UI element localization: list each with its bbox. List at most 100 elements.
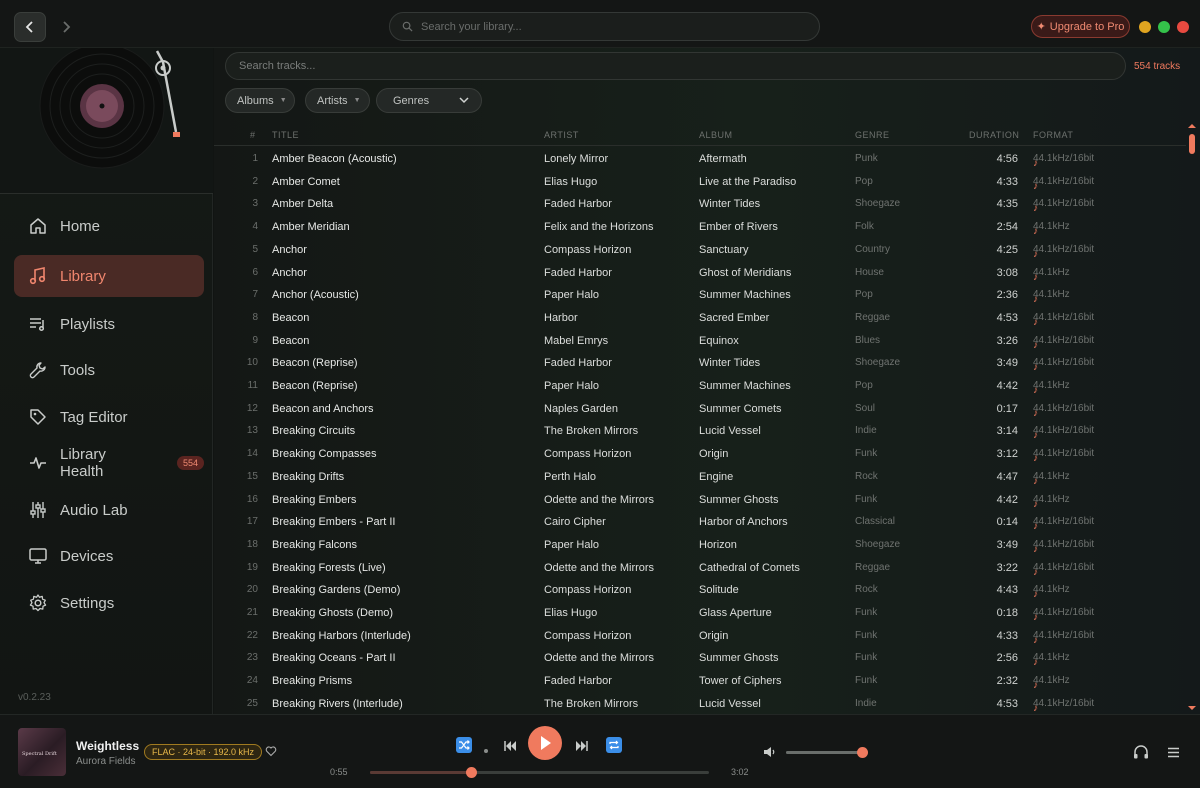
heart-icon[interactable] bbox=[265, 745, 277, 757]
table-row[interactable]: 21 Breaking Ghosts (Demo) Elias Hugo Glass … bbox=[214, 602, 1186, 625]
track-title: Beacon (Reprise) bbox=[272, 357, 358, 370]
scroll-down-icon[interactable] bbox=[1186, 704, 1198, 712]
now-playing-artist[interactable]: Aurora Fields bbox=[76, 756, 135, 767]
scroll-thumb[interactable] bbox=[1189, 134, 1195, 154]
music-note-icon: ♪ bbox=[1033, 203, 1038, 215]
volume-handle[interactable] bbox=[857, 747, 869, 758]
music-note-icon: ♪ bbox=[1033, 430, 1038, 442]
track-format-label: 44.1kHz/16bit bbox=[1033, 538, 1095, 550]
seek-handle[interactable] bbox=[466, 767, 478, 778]
album-cover[interactable]: Spectral Drift bbox=[18, 728, 66, 776]
table-row[interactable]: 7 Anchor (Acoustic) Paper Halo Summer Machi… bbox=[214, 284, 1186, 307]
volume-slider[interactable] bbox=[786, 751, 866, 754]
track-format: ♪ 44.1kHz/16bit bbox=[1033, 312, 1094, 328]
table-row[interactable]: 11 Beacon (Reprise) Paper Halo Summer Machi… bbox=[214, 375, 1186, 398]
table-row[interactable]: 2 Amber Comet Elias Hugo Live at the Paradi… bbox=[214, 171, 1186, 194]
table-row[interactable]: 22 Breaking Harbors (Interlude) Compass Ho… bbox=[214, 625, 1186, 648]
track-search-input[interactable] bbox=[239, 60, 1099, 72]
player-bar: Spectral Drift Weightless Aurora Fields … bbox=[0, 714, 1200, 788]
sidebar-item-library-health[interactable]: Library Health 554 bbox=[14, 442, 204, 484]
sidebar-item-audio-lab[interactable]: Audio Lab bbox=[14, 489, 204, 531]
music-note-icon: ♪ bbox=[1033, 271, 1038, 283]
track-duration: 4:43 bbox=[996, 584, 1018, 597]
table-row[interactable]: 23 Breaking Oceans - Part II Odette and th… bbox=[214, 647, 1186, 670]
track-genre: Reggae bbox=[855, 311, 891, 323]
playlist-icon bbox=[30, 318, 45, 332]
track-format: ♪ 44.1kHz bbox=[1033, 675, 1070, 691]
global-search-input[interactable] bbox=[421, 20, 801, 33]
sidebar-item-library[interactable]: Library bbox=[14, 255, 204, 297]
table-row[interactable]: 1 Amber Beacon (Acoustic) Lonely Mirror Aft… bbox=[214, 148, 1186, 171]
track-genre: Pop bbox=[855, 380, 873, 391]
minimize-window-button[interactable] bbox=[1139, 21, 1151, 33]
forward-button[interactable] bbox=[50, 12, 82, 42]
column-header-genre[interactable]: GENRE bbox=[855, 130, 890, 140]
track-album: Origin bbox=[699, 448, 729, 461]
track-duration: 3:49 bbox=[996, 357, 1018, 370]
genres-select[interactable]: Genres bbox=[376, 88, 482, 113]
maximize-window-button[interactable] bbox=[1158, 21, 1170, 33]
sidebar-item-devices[interactable]: Devices bbox=[14, 535, 204, 577]
table-row[interactable]: 3 Amber Delta Faded Harbor Winter Tides Shoe… bbox=[214, 193, 1186, 216]
next-button[interactable] bbox=[574, 739, 590, 753]
sidebar-item-label: Settings bbox=[60, 594, 115, 612]
table-row[interactable]: 9 Beacon Mabel Emrys Equinox Blues 3:26 ♪ 44.1k… bbox=[214, 330, 1186, 353]
sidebar-item-settings[interactable]: Settings bbox=[14, 582, 204, 624]
sidebar-item-tag-editor[interactable]: Tag Editor bbox=[14, 396, 204, 438]
column-header-number[interactable]: # bbox=[250, 130, 256, 140]
table-row[interactable]: 8 Beacon Harbor Sacred Ember Reggae 4:53 ♪ 44.1… bbox=[214, 307, 1186, 330]
repeat-button[interactable] bbox=[606, 737, 622, 753]
table-row[interactable]: 15 Breaking Drifts Perth Halo Engine Rock 4:4… bbox=[214, 466, 1186, 489]
column-header-duration[interactable]: DURATION bbox=[969, 130, 1019, 140]
table-row[interactable]: 20 Breaking Gardens (Demo) Compass Horizon… bbox=[214, 579, 1186, 602]
column-header-artist[interactable]: ARTIST bbox=[544, 130, 579, 140]
volume-icon[interactable] bbox=[763, 746, 776, 758]
table-row[interactable]: 24 Breaking Prisms Faded Harbor Tower of Ci… bbox=[214, 670, 1186, 693]
genres-select-label: Genres bbox=[393, 94, 430, 107]
sidebar-item-home[interactable]: Home bbox=[14, 205, 204, 247]
back-button[interactable] bbox=[14, 12, 46, 42]
table-row[interactable]: 6 Anchor Faded Harbor Ghost of Meridians Hou… bbox=[214, 262, 1186, 285]
sidebar-item-playlists[interactable]: Playlists bbox=[14, 303, 204, 345]
track-album: Winter Tides bbox=[699, 198, 761, 211]
upgrade-button[interactable]: ✦ Upgrade to Pro bbox=[1031, 15, 1130, 38]
artists-filter[interactable]: Artists ▼ bbox=[305, 88, 370, 113]
music-note-icon: ♪ bbox=[1033, 316, 1038, 328]
track-format-label: 44.1kHz bbox=[1033, 289, 1070, 301]
scroll-up-icon[interactable] bbox=[1186, 122, 1198, 130]
table-row[interactable]: 5 Anchor Compass Horizon Sanctuary Country 4:… bbox=[214, 239, 1186, 262]
track-artist: Odette and the Mirrors bbox=[544, 493, 655, 506]
track-artist: Cairo Cipher bbox=[544, 516, 606, 529]
table-row[interactable]: 16 Breaking Embers Odette and the Mirrors S… bbox=[214, 489, 1186, 512]
table-row[interactable]: 13 Breaking Circuits The Broken Mirrors Luc… bbox=[214, 420, 1186, 443]
sidebar-item-label: Tag Editor bbox=[60, 408, 128, 426]
sidebar-item-tools[interactable]: Tools bbox=[14, 349, 204, 391]
filter-bar: Albums ▼ Artists ▼ Genres bbox=[214, 86, 1200, 120]
previous-button[interactable] bbox=[502, 739, 518, 753]
table-row[interactable]: 17 Breaking Embers - Part II Cairo Cipher H… bbox=[214, 511, 1186, 534]
shuffle-button[interactable] bbox=[456, 737, 472, 753]
column-header-album[interactable]: ALBUM bbox=[699, 130, 733, 140]
table-row[interactable]: 14 Breaking Compasses Compass Horizon Origi… bbox=[214, 443, 1186, 466]
table-row[interactable]: 10 Beacon (Reprise) Faded Harbor Winter Tid… bbox=[214, 352, 1186, 375]
track-artist: Faded Harbor bbox=[544, 675, 612, 688]
track-format: ♪ 44.1kHz/16bit bbox=[1033, 607, 1094, 623]
table-row[interactable]: 12 Beacon and Anchors Naples Garden Summer … bbox=[214, 398, 1186, 421]
track-title: Beacon (Reprise) bbox=[272, 380, 358, 392]
seek-bar[interactable] bbox=[370, 771, 709, 774]
albums-filter[interactable]: Albums ▼ bbox=[225, 88, 295, 113]
column-header-title[interactable]: TITLE bbox=[272, 130, 299, 140]
track-album: Tower of Ciphers bbox=[699, 675, 782, 688]
queue-menu-icon[interactable] bbox=[1167, 747, 1180, 758]
table-row[interactable]: 19 Breaking Forests (Live) Odette and the … bbox=[214, 557, 1186, 580]
table-row[interactable]: 4 Amber Meridian Felix and the Horizons Emb… bbox=[214, 216, 1186, 239]
track-genre: Reggae bbox=[855, 561, 891, 573]
table-row[interactable]: 25 Breaking Rivers (Interlude) The Broken … bbox=[214, 693, 1186, 714]
close-window-button[interactable] bbox=[1177, 21, 1189, 33]
table-scrollbar[interactable] bbox=[1186, 122, 1200, 714]
now-playing-title[interactable]: Weightless bbox=[76, 739, 139, 753]
headphones-icon[interactable] bbox=[1133, 745, 1149, 759]
column-header-format[interactable]: FORMAT bbox=[1033, 130, 1073, 140]
table-row[interactable]: 18 Breaking Falcons Paper Halo Horizon Shoeg… bbox=[214, 534, 1186, 557]
play-button[interactable] bbox=[528, 726, 562, 760]
